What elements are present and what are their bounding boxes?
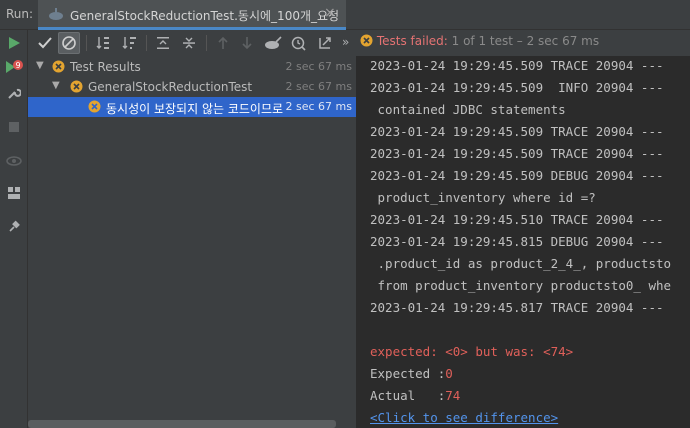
sort-by-duration-icon[interactable] (118, 32, 140, 54)
svg-text:9: 9 (15, 61, 20, 70)
expand-all-icon[interactable] (152, 32, 174, 54)
console-output[interactable]: 2023-01-24 19:29:45.509 TRACE 20904 --- … (356, 56, 690, 428)
actual-value-line: Actual :74 (370, 388, 460, 403)
see-difference-link[interactable]: <Click to see difference> (370, 410, 558, 425)
tree-row-time: 2 sec 67 ms (285, 60, 352, 73)
assertion-error-message: expected: <0> but was: <74> (370, 344, 574, 359)
console-line: 2023-01-24 19:29:45.509 TRACE 20904 --- (370, 124, 664, 139)
export-test-results-icon[interactable] (314, 32, 336, 54)
expected-value-line: Expected :0 (370, 366, 453, 381)
console-line: 2023-01-24 19:29:45.510 TRACE 20904 --- (370, 212, 664, 227)
rerun-icon[interactable] (5, 34, 23, 52)
layout-icon[interactable] (5, 184, 23, 202)
tree-row-label: GeneralStockReductionTest (88, 80, 253, 94)
failed-test-icon (88, 100, 101, 113)
close-icon[interactable]: × (324, 5, 336, 21)
run-label: Run: (6, 7, 34, 21)
failed-warning-icon (360, 34, 373, 47)
status-summary-text: 1 of 1 test – 2 sec 67 ms (451, 34, 600, 48)
run-side-toolbar: 9 (0, 30, 28, 428)
wrench-icon[interactable] (5, 84, 23, 102)
status-failed-text: Tests failed: (376, 34, 452, 48)
pin-icon[interactable] (5, 218, 23, 236)
expected-value: 0 (445, 366, 453, 381)
tree-row-test-results[interactable]: ▼ Test Results 2 sec 67 ms (28, 57, 356, 77)
console-line: 2023-01-24 19:29:45.815 DEBUG 20904 --- (370, 234, 664, 249)
console-line: 2023-01-24 19:29:45.817 TRACE 20904 --- (370, 300, 664, 315)
run-tab-title: GeneralStockReductionTest.동시에_100개_요청 (70, 9, 340, 23)
run-toolwindow-header: Run: GeneralStockReductionTest.동시에_100개_… (0, 0, 690, 30)
stop-icon[interactable] (5, 118, 23, 136)
tree-row-time: 2 sec 67 ms (285, 80, 352, 93)
console-line: .product_id as product_2_4_, productsto (370, 256, 672, 271)
console-line: product_inventory where id =? (370, 190, 596, 205)
expected-label: Expected : (370, 366, 446, 381)
sort-alphabetically-icon[interactable] (92, 32, 114, 54)
tree-row-label: Test Results (70, 60, 141, 74)
run-config-tab[interactable]: GeneralStockReductionTest.동시에_100개_요청 × (38, 0, 346, 30)
tree-row-time: 2 sec 67 ms (283, 100, 352, 113)
show-passed-toggle[interactable] (34, 32, 56, 54)
failed-test-icon (52, 60, 65, 73)
more-actions-chevron[interactable]: » (342, 35, 349, 49)
console-line: 2023-01-24 19:29:45.509 TRACE 20904 --- (370, 58, 664, 73)
rerun-failed-tests-icon[interactable]: 9 (5, 58, 23, 76)
tree-row-test-method[interactable]: 동시성이 보장되지 않는 코드이므로 2 sec 67 ms (28, 97, 356, 117)
console-line: 2023-01-24 19:29:45.509 INFO 20904 --- (370, 80, 664, 95)
import-test-results-icon[interactable] (262, 32, 284, 54)
test-results-tree: ▼ Test Results 2 sec 67 ms ▼ GeneralStoc… (28, 56, 356, 428)
actual-label: Actual : (370, 388, 446, 403)
previous-failed-test-icon[interactable] (212, 32, 234, 54)
next-failed-test-icon[interactable] (236, 32, 258, 54)
test-config-icon (49, 8, 63, 20)
test-history-icon[interactable] (288, 32, 310, 54)
collapse-all-icon[interactable] (178, 32, 200, 54)
horizontal-scrollbar[interactable] (28, 420, 336, 428)
console-line: 2023-01-24 19:29:45.509 DEBUG 20904 --- (370, 168, 664, 183)
actual-value: 74 (445, 388, 461, 403)
console-line: contained JDBC statements (370, 102, 566, 117)
test-status: Tests failed: 1 of 1 test – 2 sec 67 ms (360, 34, 599, 48)
show-ignored-toggle[interactable] (58, 32, 80, 54)
chevron-down-icon[interactable]: ▼ (36, 60, 44, 71)
chevron-down-icon[interactable]: ▼ (52, 80, 60, 91)
tree-row-label: 동시성이 보장되지 않는 코드이므로 (106, 102, 284, 116)
failed-test-icon (70, 80, 83, 93)
console-line: 2023-01-24 19:29:45.509 TRACE 20904 --- (370, 146, 664, 161)
eye-icon[interactable] (5, 152, 23, 170)
console-line: from product_inventory productsto0_ whe (370, 278, 672, 293)
tree-row-test-class[interactable]: ▼ GeneralStockReductionTest 2 sec 67 ms (28, 77, 356, 97)
test-runner-toolbar: » Tests failed: 1 of 1 test – 2 sec 67 m… (28, 30, 690, 56)
